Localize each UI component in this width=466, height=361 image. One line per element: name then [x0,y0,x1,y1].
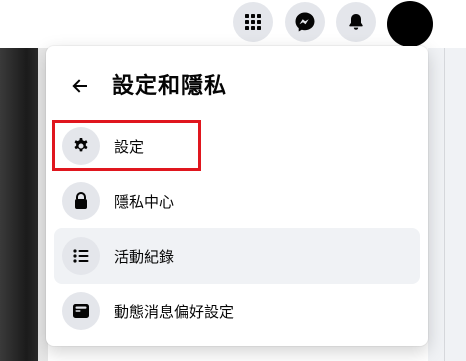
background-right-panel [428,48,466,361]
menu-item-icon [62,237,100,275]
messenger-icon [295,12,315,32]
menu-item-activity-log[interactable]: 活動紀錄 [54,228,420,284]
grid-menu-icon [245,14,261,30]
menu-item-label: 隱私中心 [114,192,175,211]
bell-icon [349,14,363,30]
menu-item-feed-preferences[interactable]: 動態消息偏好設定 [54,283,420,339]
page: 設定和隱私 設定 隱私中心 活動紀錄 動態消息偏好設定 [0,0,466,361]
arrow-left-icon [72,79,87,93]
menu-title: 設定和隱私 [112,74,228,99]
menu-item-icon [62,292,100,330]
lock-icon [75,192,87,209]
menu-item-privacy-center[interactable]: 隱私中心 [54,173,420,229]
avatar[interactable] [387,1,433,47]
notifications-button[interactable] [336,2,376,42]
messenger-button[interactable] [285,2,325,42]
annotation-highlight-box [52,120,201,171]
background-divider [444,48,445,361]
feed-icon [73,304,89,318]
settings-privacy-menu: 設定和隱私 設定 隱私中心 活動紀錄 動態消息偏好設定 [46,46,428,346]
back-button[interactable] [64,70,96,102]
menu-header: 設定和隱私 [46,46,428,122]
list-icon [73,249,89,263]
menu-item-label: 動態消息偏好設定 [114,302,235,321]
menu-item-icon [62,182,100,220]
top-navigation-bar [0,0,466,48]
background-feed-image [0,48,38,361]
menu-item-label: 活動紀錄 [114,247,175,266]
menu-button[interactable] [233,2,273,42]
